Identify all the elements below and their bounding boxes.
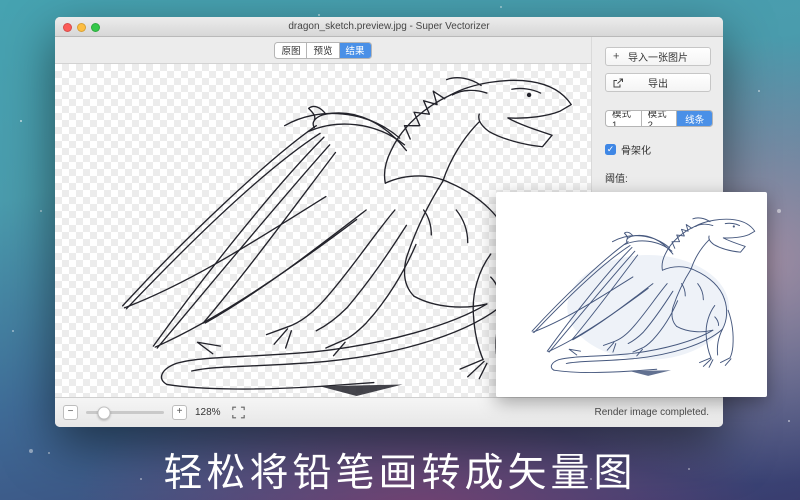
- fit-screen-icon: [232, 406, 245, 419]
- plus-icon: +: [177, 406, 183, 417]
- zoom-window-icon[interactable]: [91, 23, 100, 32]
- tab-line-mode[interactable]: 线条: [677, 111, 712, 126]
- view-tab-strip: 原图 预览 结果: [55, 37, 591, 64]
- original-sketch-card: [496, 192, 767, 397]
- tab-mode-1[interactable]: 模式 1: [606, 111, 642, 126]
- skeletonize-label: 骨架化: [621, 142, 651, 157]
- tab-preview[interactable]: 预览: [307, 43, 339, 58]
- minus-icon: −: [68, 406, 74, 417]
- export-label: 导出: [648, 75, 668, 90]
- marketing-caption: 轻松将铅笔画转成矢量图: [0, 442, 800, 498]
- minimize-icon[interactable]: [77, 23, 86, 32]
- export-button[interactable]: 导出: [605, 73, 711, 92]
- render-status-text: Render image completed.: [594, 407, 709, 418]
- star-field: [20, 120, 22, 122]
- zoom-level-value: 128%: [195, 407, 221, 418]
- skeletonize-row: ✓ 骨架化: [605, 142, 711, 157]
- title-bar[interactable]: dragon_sketch.preview.jpg - Super Vector…: [55, 17, 723, 37]
- original-dragon-sketch: [503, 200, 760, 390]
- tab-result[interactable]: 结果: [340, 43, 371, 58]
- traffic-lights: [63, 23, 100, 32]
- export-icon: [613, 78, 624, 88]
- desktop: dragon_sketch.preview.jpg - Super Vector…: [0, 0, 800, 500]
- zoom-slider-thumb[interactable]: [97, 406, 110, 419]
- import-image-button[interactable]: + 导入一张图片: [605, 47, 711, 66]
- skeletonize-checkbox[interactable]: ✓: [605, 144, 616, 155]
- view-tabs: 原图 预览 结果: [274, 42, 371, 59]
- threshold-label: 阈值:: [605, 170, 711, 185]
- mode-tabs: 模式 1 模式 2 线条: [605, 110, 713, 127]
- fit-screen-button[interactable]: [231, 405, 246, 420]
- zoom-slider[interactable]: [86, 411, 164, 414]
- close-icon[interactable]: [63, 23, 72, 32]
- tab-source[interactable]: 原图: [275, 43, 307, 58]
- plus-icon: +: [613, 51, 619, 62]
- zoom-in-button[interactable]: +: [172, 405, 187, 420]
- checkmark-icon: ✓: [607, 145, 615, 154]
- zoom-out-button[interactable]: −: [63, 405, 78, 420]
- window-title: dragon_sketch.preview.jpg - Super Vector…: [288, 21, 489, 32]
- import-image-label: 导入一张图片: [628, 49, 688, 64]
- tab-mode-2[interactable]: 模式 2: [642, 111, 678, 126]
- status-bar: − + 128% Render image completed.: [55, 397, 723, 427]
